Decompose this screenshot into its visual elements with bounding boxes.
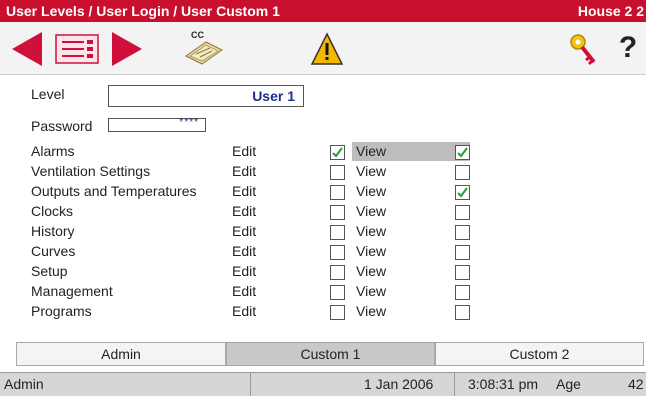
status-age-value: 42 [628, 376, 644, 392]
view-checkbox[interactable] [455, 225, 470, 240]
status-time: 3:08:31 pm [468, 376, 539, 392]
permission-row: Clocks Edit View [0, 202, 646, 222]
status-user: Admin [4, 376, 44, 392]
permission-name: Outputs and Temperatures [31, 183, 197, 199]
permission-name: Programs [31, 303, 92, 319]
view-checkbox[interactable] [455, 205, 470, 220]
edit-label: Edit [232, 203, 257, 219]
warning-icon[interactable] [310, 30, 344, 68]
view-label: View [356, 303, 387, 319]
checkmark-icon [332, 147, 343, 158]
permission-row: Ventilation Settings Edit View [0, 162, 646, 182]
house-label: House 2 2 [577, 3, 644, 19]
key-icon[interactable] [566, 30, 600, 68]
toolbar: CC ? [0, 22, 646, 75]
edit-label: Edit [232, 143, 257, 159]
view-checkbox[interactable] [455, 165, 470, 180]
title-bar: User Levels / User Login / User Custom 1… [0, 0, 646, 22]
tab-admin[interactable]: Admin [16, 342, 226, 366]
edit-label: Edit [232, 263, 257, 279]
edit-checkbox[interactable] [330, 285, 345, 300]
view-label: View [356, 143, 387, 159]
breadcrumb-title: User Levels / User Login / User Custom 1 [6, 3, 280, 19]
view-label: View [356, 183, 387, 199]
checkmark-icon [457, 147, 468, 158]
password-label: Password [31, 118, 93, 134]
edit-checkbox[interactable] [330, 165, 345, 180]
view-label: View [356, 163, 387, 179]
permission-row: Outputs and Temperatures Edit View [0, 182, 646, 202]
permission-row: Programs Edit View [0, 302, 646, 322]
status-age-label: Age [556, 376, 581, 392]
permission-row: Alarms Edit View [0, 142, 646, 162]
edit-checkbox[interactable] [330, 145, 345, 160]
permission-name: Management [31, 283, 113, 299]
view-label: View [356, 203, 387, 219]
edit-label: Edit [232, 303, 257, 319]
edit-checkbox[interactable] [330, 245, 345, 260]
edit-checkbox[interactable] [330, 225, 345, 240]
help-icon[interactable]: ? [614, 30, 642, 68]
view-label: View [356, 263, 387, 279]
edit-checkbox[interactable] [330, 185, 345, 200]
view-checkbox[interactable] [455, 145, 470, 160]
list-icon[interactable] [54, 30, 100, 68]
permission-name: Curves [31, 243, 76, 259]
main-panel: Level User 1 Password **** Alarms Edit Vie… [0, 76, 646, 338]
edit-label: Edit [232, 163, 257, 179]
view-label: View [356, 223, 387, 239]
permission-name: Ventilation Settings [31, 163, 151, 179]
permission-row: History Edit View [0, 222, 646, 242]
tab-custom-1[interactable]: Custom 1 [226, 342, 435, 366]
status-divider [454, 373, 455, 396]
edit-label: Edit [232, 243, 257, 259]
edit-checkbox[interactable] [330, 305, 345, 320]
edit-label: Edit [232, 283, 257, 299]
permission-row: Setup Edit View [0, 262, 646, 282]
password-field[interactable]: **** [108, 117, 206, 132]
arrow-right-icon[interactable] [106, 30, 146, 68]
permission-name: Alarms [31, 143, 75, 159]
permission-row: Curves Edit View [0, 242, 646, 262]
view-label: View [356, 243, 387, 259]
view-checkbox[interactable] [455, 305, 470, 320]
password-value: **** [179, 117, 199, 128]
arrow-left-icon[interactable] [8, 30, 48, 68]
edit-checkbox[interactable] [330, 265, 345, 280]
view-label: View [356, 283, 387, 299]
permission-name: Clocks [31, 203, 74, 219]
tab-custom-2[interactable]: Custom 2 [435, 342, 644, 366]
status-bar: Admin 1 Jan 2006 3:08:31 pm Age 42 [0, 372, 646, 396]
edit-label: Edit [232, 223, 257, 239]
permission-name: Setup [31, 263, 68, 279]
view-checkbox[interactable] [455, 245, 470, 260]
level-field[interactable]: User 1 [108, 85, 304, 107]
edit-checkbox[interactable] [330, 205, 345, 220]
card-icon [185, 41, 223, 65]
status-date: 1 Jan 2006 [364, 376, 434, 392]
status-divider [250, 373, 251, 396]
level-label: Level [31, 86, 65, 102]
view-checkbox[interactable] [455, 185, 470, 200]
view-checkbox[interactable] [455, 265, 470, 280]
user-tabs: Admin Custom 1 Custom 2 [16, 342, 644, 366]
permission-name: History [31, 223, 75, 239]
checkmark-icon [457, 187, 468, 198]
level-value: User 1 [252, 88, 295, 104]
view-checkbox[interactable] [455, 285, 470, 300]
permission-row: Management Edit View [0, 282, 646, 302]
edit-label: Edit [232, 183, 257, 199]
cc-card-button[interactable]: CC [180, 30, 226, 68]
